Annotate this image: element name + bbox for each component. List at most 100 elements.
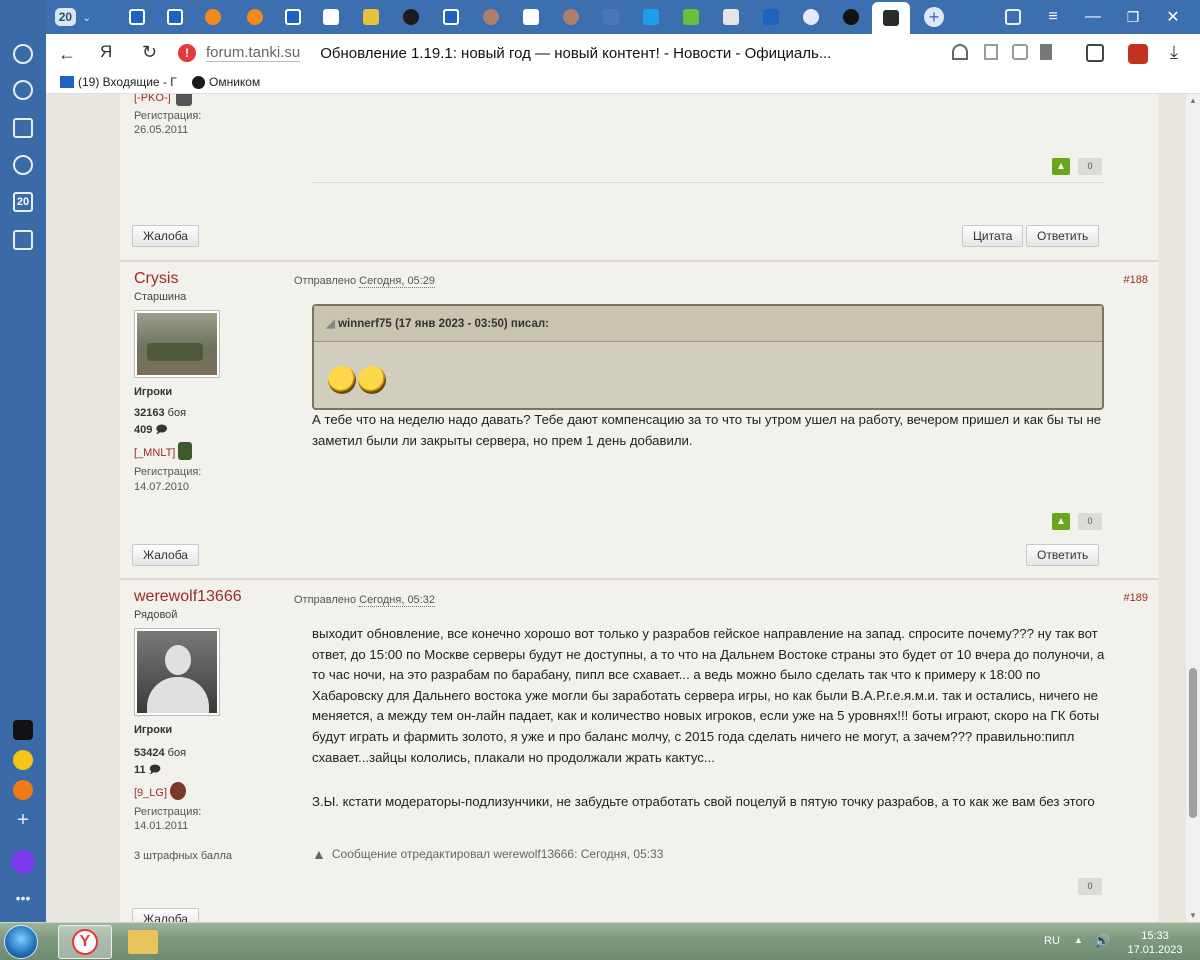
tab-mail-1[interactable]	[118, 4, 156, 30]
play-circle-icon	[192, 75, 205, 89]
tab-avatar-2[interactable]	[552, 4, 590, 30]
author-rank: Рядовой	[134, 609, 178, 621]
tab-mail-2[interactable]	[156, 4, 194, 30]
warning-icon[interactable]: !	[178, 44, 196, 62]
bookmark-omnikom-label: Омником	[209, 75, 261, 89]
user-silhouette-body	[147, 677, 209, 713]
minimize-icon[interactable]: —	[1074, 4, 1112, 30]
restore-icon[interactable]: ❐	[1114, 4, 1152, 30]
tab-document-1[interactable]	[312, 4, 350, 30]
download-icon[interactable]: ⤓	[1170, 42, 1178, 63]
bookmark-icon[interactable]	[1040, 44, 1052, 60]
tab-chat[interactable]	[792, 4, 830, 30]
history-icon[interactable]	[13, 80, 33, 100]
bookmark-inbox[interactable]: (19) Входящие - Г	[60, 75, 177, 89]
vote-count: 0	[1078, 878, 1102, 895]
vote-up-button[interactable]: ▲	[1052, 158, 1070, 175]
tab-document-2[interactable]	[512, 4, 550, 30]
author-clan[interactable]: [-PKO-]	[134, 94, 171, 104]
avatar[interactable]	[134, 310, 220, 378]
battles-label: боя	[167, 407, 187, 419]
start-button[interactable]	[4, 925, 38, 959]
vote-up-button[interactable]: ▲	[1052, 513, 1070, 530]
bookmark-omnikom[interactable]: Омником	[192, 75, 260, 89]
tab-tanki-active[interactable]	[872, 2, 910, 34]
taskbar-yandex-browser[interactable]: Y	[58, 925, 112, 959]
post-text: выходит обновление, все конечно хорошо в…	[312, 626, 1105, 765]
tab-mail-4[interactable]	[432, 4, 470, 30]
tab-news[interactable]	[712, 4, 750, 30]
volume-icon[interactable]: 🔊	[1094, 933, 1110, 949]
page-title: Обновление 1.19.1: новый год — новый кон…	[320, 44, 832, 62]
alice-assistant-icon[interactable]	[11, 850, 35, 874]
report-button[interactable]: Жалоба	[132, 225, 199, 247]
battles-value: 53424	[134, 747, 165, 759]
quote-button[interactable]: Цитата	[962, 225, 1024, 247]
add-app-icon[interactable]: +	[13, 810, 33, 830]
battles-stat: 53424 боя	[134, 747, 186, 759]
scroll-down-icon[interactable]: ▼	[1189, 911, 1197, 920]
report-button[interactable]: Жалоба	[132, 544, 199, 566]
collections-toolbar-icon[interactable]	[1086, 44, 1104, 62]
forum-page: [-PKO-] Регистрация: 26.05.2011 ▲ 0 Жало…	[46, 94, 1186, 922]
back-icon[interactable]: ←	[58, 44, 76, 65]
reg-date: 14.07.2010	[134, 481, 190, 493]
screenshot-icon[interactable]	[13, 230, 33, 250]
extension-icon[interactable]	[1128, 44, 1148, 64]
reload-icon[interactable]: ↻	[142, 42, 157, 63]
taskbar-explorer[interactable]	[116, 925, 170, 959]
music-app-icon[interactable]	[13, 750, 33, 770]
tab-bing[interactable]	[752, 4, 790, 30]
author-name[interactable]: werewolf13666	[134, 588, 242, 606]
penalty-points: 3 штрафных балла	[134, 850, 232, 862]
menu-icon[interactable]: ≡	[1034, 4, 1072, 30]
tray-expand-icon[interactable]: ▲	[1074, 935, 1083, 945]
posts-stat: 11 🗩	[134, 761, 161, 780]
post-number[interactable]: #188	[1124, 274, 1148, 286]
tab-mail-3[interactable]	[274, 4, 312, 30]
clan-emblem-icon	[178, 442, 192, 460]
reply-button[interactable]: Ответить	[1026, 225, 1100, 247]
post-number[interactable]: #189	[1124, 592, 1148, 604]
tab-red-app[interactable]	[352, 4, 390, 30]
tab-blank[interactable]	[592, 4, 630, 30]
alice-app-icon[interactable]	[13, 720, 33, 740]
tab-group-counter[interactable]: 20 ⌄	[46, 4, 100, 30]
url-host[interactable]: forum.tanki.su	[206, 44, 301, 62]
author-clan[interactable]: [_MNLT]	[134, 447, 175, 459]
notifications-icon[interactable]	[13, 44, 33, 64]
tab-star[interactable]	[832, 4, 870, 30]
tab-avatar-1[interactable]	[472, 4, 510, 30]
warning-triangle-icon: ▲	[312, 846, 326, 862]
play-icon[interactable]	[13, 155, 33, 175]
author-rank: Старшина	[134, 291, 187, 303]
language-indicator[interactable]: RU	[1044, 935, 1060, 947]
tab-blue-app[interactable]	[632, 4, 670, 30]
clock[interactable]: 15:33 17.01.2023	[1120, 929, 1190, 957]
tab-grid-app[interactable]	[672, 4, 710, 30]
cloud-app-icon[interactable]	[13, 780, 33, 800]
collections-sidebar-icon[interactable]	[13, 118, 33, 138]
scroll-thumb[interactable]	[1189, 668, 1197, 818]
close-icon[interactable]: ✕	[1154, 4, 1192, 30]
scroll-up-icon[interactable]: ▲	[1189, 96, 1197, 105]
collections-icon[interactable]	[994, 4, 1032, 30]
headphones-icon[interactable]	[952, 44, 968, 60]
yandex-logo-icon[interactable]: Я	[100, 42, 112, 62]
new-tab-button[interactable]: +	[916, 4, 952, 30]
avatar[interactable]	[134, 628, 220, 716]
author-name[interactable]: Crysis	[134, 270, 178, 288]
shield-icon[interactable]	[1012, 44, 1028, 60]
tab-video[interactable]	[392, 4, 430, 30]
battles-value: 32163	[134, 407, 165, 419]
tab-cloud-1[interactable]	[194, 4, 232, 30]
reader-icon[interactable]	[984, 44, 998, 60]
report-button[interactable]: Жалоба	[132, 908, 199, 922]
reply-button[interactable]: Ответить	[1026, 544, 1100, 566]
author-clan[interactable]: [9_LG]	[134, 787, 167, 799]
sidebar-tabs-badge[interactable]: 20	[13, 192, 33, 212]
quote-author: winnerf75 (17 янв 2023 - 03:50) писал:	[338, 318, 549, 330]
tab-cloud-2[interactable]	[236, 4, 274, 30]
more-icon[interactable]: •••	[13, 890, 33, 910]
page-scrollbar[interactable]: ▲ ▼	[1186, 94, 1200, 922]
